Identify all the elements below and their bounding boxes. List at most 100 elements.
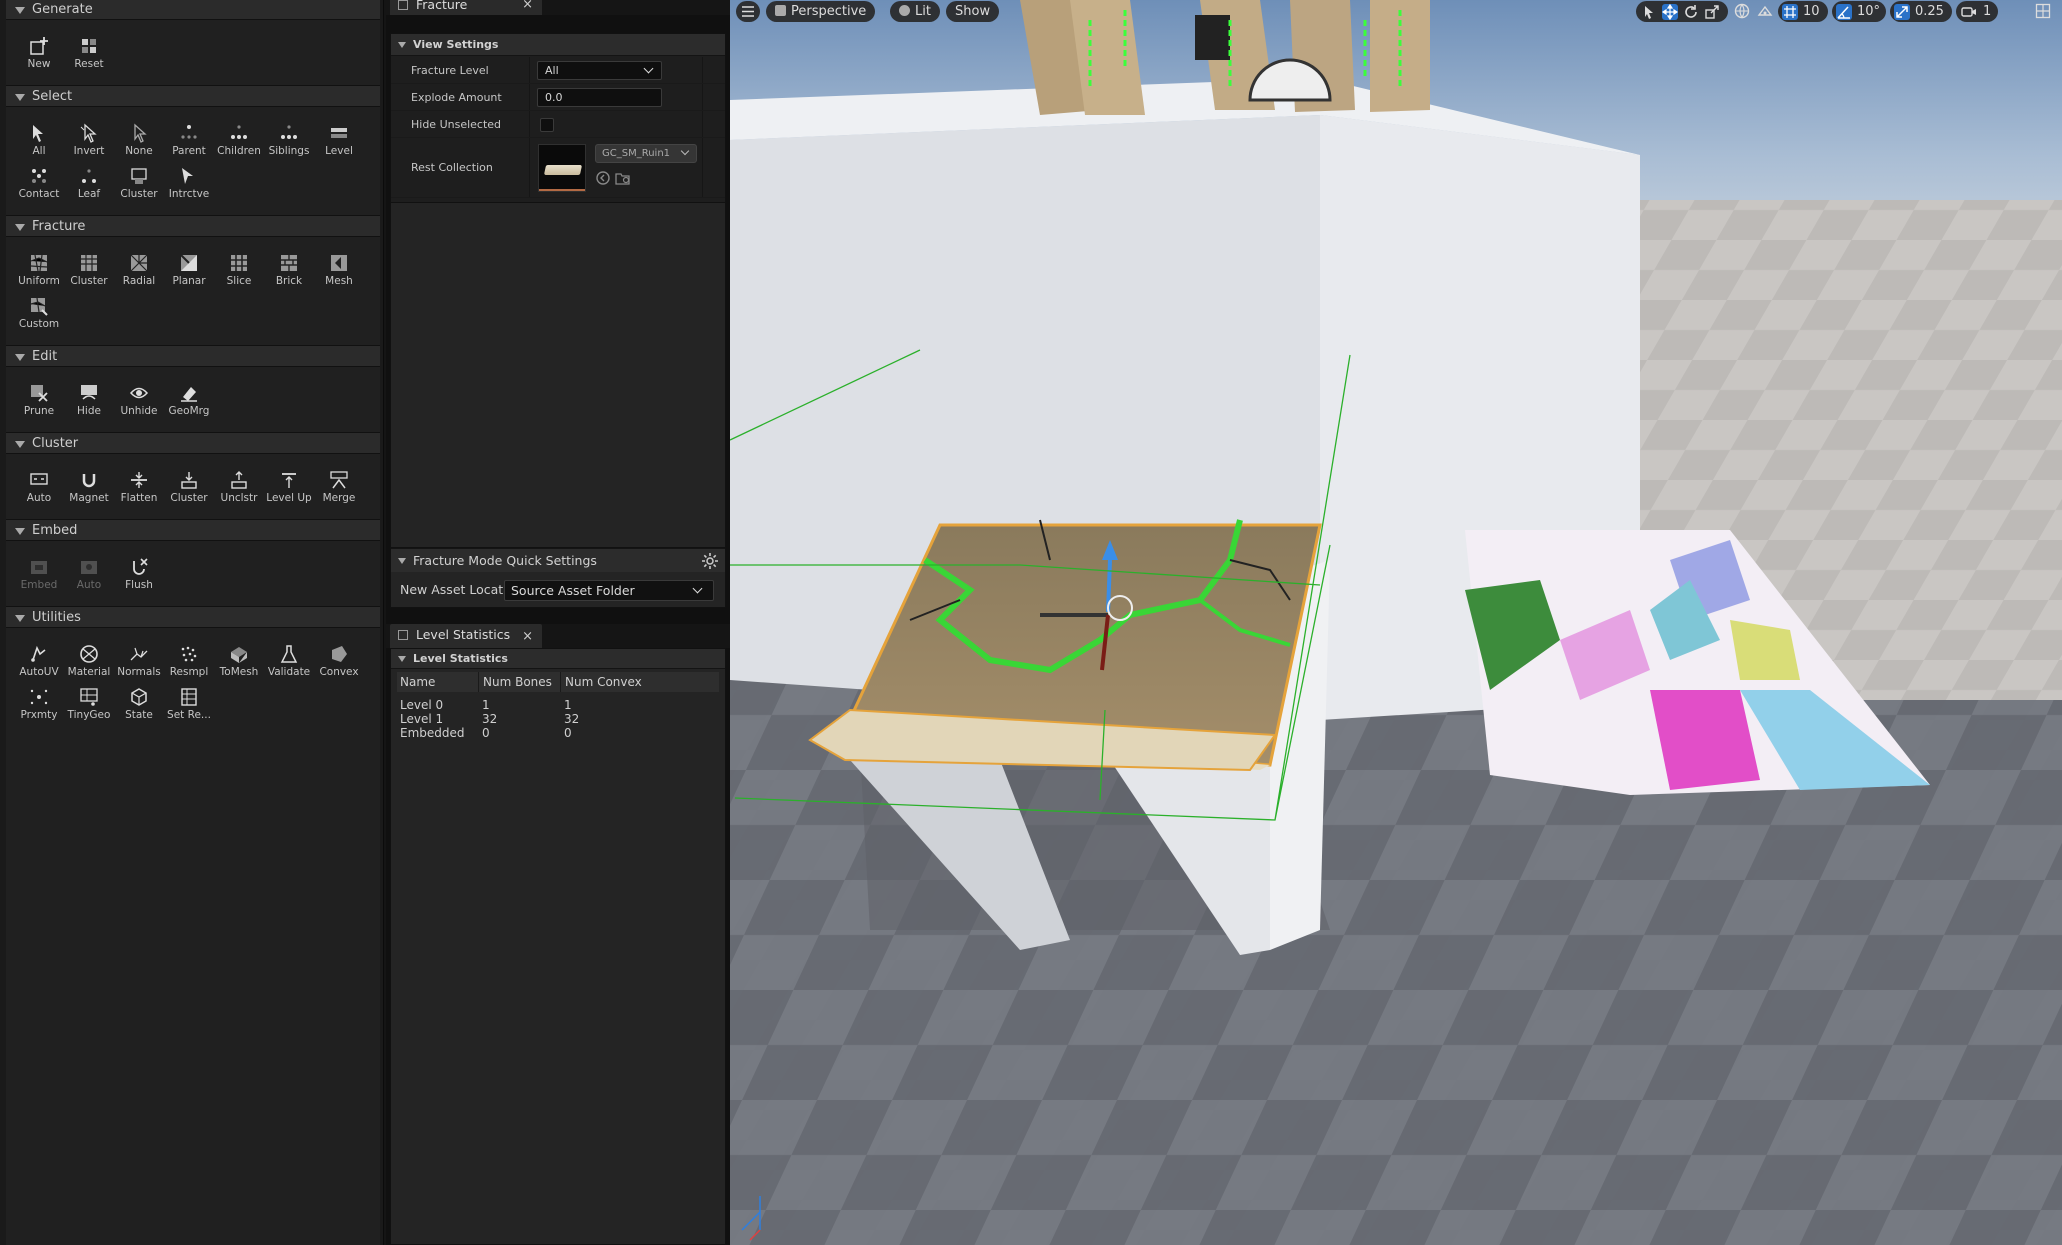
collapse-arrow-icon[interactable]	[15, 528, 25, 535]
column-header-name[interactable]: Name	[400, 672, 435, 692]
scale-icon[interactable]	[1704, 4, 1720, 20]
section-utilities[interactable]: Utilities	[6, 606, 380, 628]
viewport-scene[interactable]	[730, 0, 2062, 1245]
table-row[interactable]: Level 0 1 1	[397, 698, 719, 713]
tool-select-none[interactable]: None	[114, 123, 164, 167]
tool-edit-unhide[interactable]: Unhide	[114, 383, 164, 427]
category-level-statistics[interactable]: Level Statistics	[391, 649, 725, 669]
camera-icon[interactable]	[1961, 4, 1977, 20]
tool-util-validate[interactable]: Validate	[264, 644, 314, 688]
quick-settings-header[interactable]: Fracture Mode Quick Settings	[391, 548, 725, 572]
tool-select-cluster[interactable]: Cluster	[114, 166, 164, 210]
grid-snap-value[interactable]: 10	[1803, 2, 1820, 21]
gear-icon[interactable]	[701, 552, 719, 570]
hide-unselected-checkbox[interactable]	[540, 118, 554, 132]
tool-fracture-slice[interactable]: Slice	[214, 253, 264, 297]
section-select[interactable]: Select	[6, 85, 380, 107]
tool-embed-flush[interactable]: Flush	[114, 557, 164, 601]
tool-edit-geomerge[interactable]: GeoMrg	[164, 383, 214, 427]
scale-snap-icon[interactable]	[1894, 4, 1910, 20]
tool-select-contact[interactable]: Contact	[14, 166, 64, 210]
collapse-arrow-icon[interactable]	[15, 615, 25, 622]
section-edit[interactable]: Edit	[6, 345, 380, 367]
scale-snap-value[interactable]: 0.25	[1915, 2, 1944, 21]
tool-util-resample[interactable]: Resmpl	[164, 644, 214, 688]
rotation-snap-group[interactable]: 10°	[1832, 1, 1886, 22]
rotation-snap-value[interactable]: 10°	[1857, 2, 1880, 21]
tool-fracture-custom[interactable]: Custom	[14, 296, 64, 340]
tool-util-convex[interactable]: Convex	[314, 644, 364, 688]
layout-grid-icon[interactable]	[2035, 3, 2051, 19]
section-generate[interactable]: Generate	[6, 0, 380, 20]
world-space-icon[interactable]	[1734, 3, 1750, 19]
tool-reset-button[interactable]: Reset	[64, 36, 114, 80]
collapse-arrow-icon[interactable]	[398, 656, 406, 662]
use-selected-asset-icon[interactable]	[595, 170, 611, 186]
tool-new-button[interactable]: New	[14, 36, 64, 80]
tool-select-leaf[interactable]: Leaf	[64, 166, 114, 210]
tool-fracture-brick[interactable]: Brick	[264, 253, 314, 297]
collapse-arrow-icon[interactable]	[15, 7, 25, 14]
column-header-num-bones[interactable]: Num Bones	[478, 672, 552, 692]
tool-cluster-flatten[interactable]: Flatten	[114, 470, 164, 514]
tool-fracture-planar[interactable]: Planar	[164, 253, 214, 297]
tool-cluster-merge[interactable]: Merge	[314, 470, 364, 514]
level-viewport[interactable]: Perspective Lit Show 10 10° 0.25 1	[730, 0, 2062, 1245]
tool-fracture-radial[interactable]: Radial	[114, 253, 164, 297]
tab-level-statistics[interactable]: Level Statistics ×	[390, 624, 542, 648]
browse-asset-folder-icon[interactable]	[615, 170, 631, 186]
table-row[interactable]: Embedded 0 0	[397, 726, 719, 741]
tool-select-level[interactable]: Level	[314, 123, 364, 167]
collapse-arrow-icon[interactable]	[15, 441, 25, 448]
tool-cluster-level-up[interactable]: Level Up	[264, 470, 314, 514]
column-header-num-convex[interactable]: Num Convex	[560, 672, 642, 692]
section-fracture[interactable]: Fracture	[6, 215, 380, 237]
new-asset-location-dropdown[interactable]: Source Asset Folder	[504, 580, 714, 601]
rest-collection-asset-picker[interactable]: GC_SM_Ruin1	[595, 144, 697, 163]
camera-speed-group[interactable]: 1	[1956, 1, 1998, 22]
tool-util-tinygeo[interactable]: TinyGeo	[64, 687, 114, 731]
explode-amount-input[interactable]: 0.0	[537, 88, 662, 107]
tool-util-autouv[interactable]: AutoUV	[14, 644, 64, 688]
scale-snap-group[interactable]: 0.25	[1890, 1, 1952, 22]
tool-select-all[interactable]: All	[14, 123, 64, 167]
tool-cluster-uncluster[interactable]: Unclstr	[214, 470, 264, 514]
close-icon[interactable]: ×	[522, 0, 533, 13]
show-button[interactable]: Show	[946, 1, 1000, 22]
tool-embed-embed[interactable]: Embed	[14, 557, 64, 601]
grid-snap-icon[interactable]	[1782, 4, 1798, 20]
tool-select-interactive[interactable]: Intrctve	[164, 166, 214, 210]
table-row[interactable]: Level 1 32 32	[397, 712, 719, 727]
tool-select-parent[interactable]: Parent	[164, 123, 214, 167]
close-icon[interactable]: ×	[522, 626, 533, 648]
tool-cluster-cluster[interactable]: Cluster	[164, 470, 214, 514]
tool-edit-hide[interactable]: Hide	[64, 383, 114, 427]
lit-button[interactable]: Lit	[890, 1, 940, 22]
tool-util-material[interactable]: Material	[64, 644, 114, 688]
tool-cluster-auto[interactable]: Auto	[14, 470, 64, 514]
grid-snap-group[interactable]: 10	[1778, 1, 1828, 22]
section-cluster[interactable]: Cluster	[6, 432, 380, 454]
tool-util-set-removal[interactable]: Set Re...	[164, 687, 214, 731]
perspective-button[interactable]: Perspective	[766, 1, 876, 22]
category-view-settings[interactable]: View Settings	[391, 34, 725, 56]
tool-select-invert[interactable]: Invert	[64, 123, 114, 167]
tool-select-siblings[interactable]: Siblings	[264, 123, 314, 167]
collapse-arrow-icon[interactable]	[15, 354, 25, 361]
tool-embed-auto[interactable]: Auto	[64, 557, 114, 601]
translate-icon[interactable]	[1662, 4, 1678, 20]
tool-util-normals[interactable]: Normals	[114, 644, 164, 688]
collapse-arrow-icon[interactable]	[15, 224, 25, 231]
tool-edit-prune[interactable]: Prune	[14, 383, 64, 427]
collapse-arrow-icon[interactable]	[15, 94, 25, 101]
fracture-level-dropdown[interactable]: All	[537, 61, 662, 80]
tool-select-children[interactable]: Children	[214, 123, 264, 167]
section-embed[interactable]: Embed	[6, 519, 380, 541]
rotation-snap-icon[interactable]	[1836, 4, 1852, 20]
tool-fracture-cluster[interactable]: Cluster	[64, 253, 114, 297]
tool-fracture-uniform[interactable]: Uniform	[14, 253, 64, 297]
select-cursor-icon[interactable]	[1641, 4, 1657, 20]
rotate-icon[interactable]	[1683, 4, 1699, 20]
tool-fracture-mesh[interactable]: Mesh	[314, 253, 364, 297]
viewport-menu-button[interactable]	[736, 1, 760, 22]
